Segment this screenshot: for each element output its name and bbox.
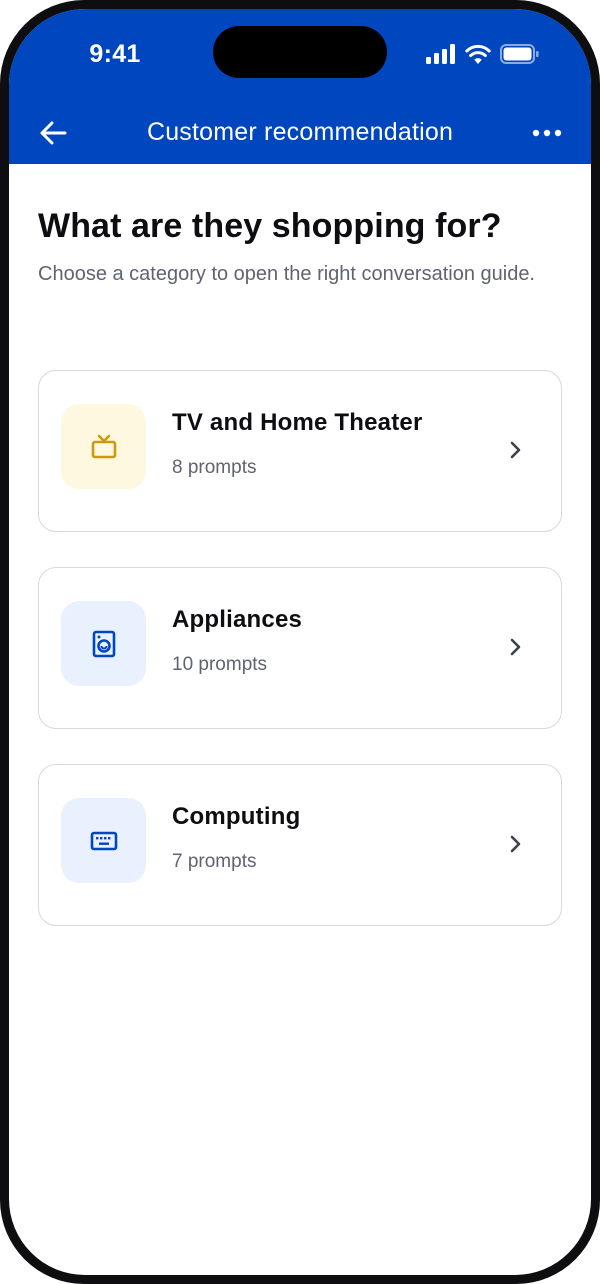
washing-machine-icon [92,630,115,657]
screen: 9:41 Customer recommendation What are th… [9,9,591,1275]
status-bar: 9:41 [9,9,591,101]
category-name: TV and Home Theater [172,409,423,436]
nav-title: Customer recommendation [146,118,454,146]
category-icon-tile [61,798,146,883]
category-icon-tile [61,601,146,686]
category-prompt-count: 7 prompts [172,851,257,872]
category-icon-tile [61,404,146,489]
category-prompt-count: 10 prompts [172,654,268,675]
cellular-signal-icon [426,44,455,64]
category-name: Computing [172,803,301,830]
chevron-right-icon [510,441,521,459]
dynamic-island [213,26,387,78]
wifi-icon [465,44,491,64]
tv-icon [91,434,116,458]
category-name: Appliances [172,606,303,633]
category-card-tv-home-theater[interactable]: TV and Home Theater 8 prompts [38,370,562,532]
page-subtitle: Choose a category to open the right conv… [38,263,535,285]
battery-icon [500,44,539,64]
category-card-computing[interactable]: Computing 7 prompts [38,764,562,926]
category-card-appliances[interactable]: Appliances 10 prompts [38,567,562,729]
more-options-button[interactable] [525,111,569,155]
more-horizontal-icon [532,129,562,137]
status-time: 9:41 [89,40,141,68]
app-header: 9:41 Customer recommendation [9,9,591,164]
navigation-bar: Customer recommendation [9,101,591,164]
chevron-right-icon [510,835,521,853]
category-prompt-count: 8 prompts [172,457,257,478]
chevron-right-icon [510,638,521,656]
keyboard-icon [90,831,117,850]
arrow-left-icon [40,121,67,145]
page-title: What are they shopping for? [38,207,502,245]
back-button[interactable] [31,111,75,155]
phone-frame: 9:41 Customer recommendation What are th… [0,0,600,1284]
